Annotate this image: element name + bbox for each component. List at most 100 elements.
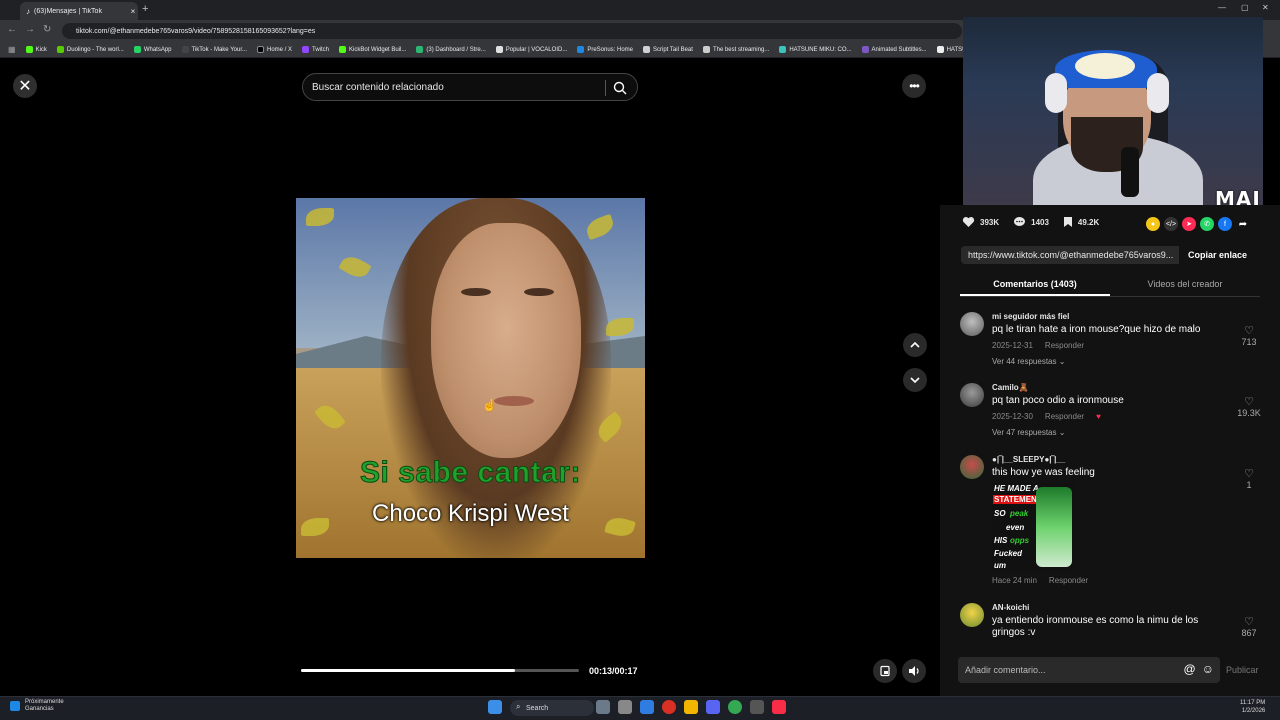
- like-stat[interactable]: 393K: [962, 216, 999, 228]
- terminal-icon[interactable]: [618, 700, 632, 714]
- comment-date: 2025-12-31: [992, 341, 1033, 350]
- settings-icon[interactable]: [750, 700, 764, 714]
- music-icon[interactable]: [772, 700, 786, 714]
- save-stat[interactable]: 49.2K: [1063, 216, 1099, 228]
- share-arrow-icon[interactable]: ➦: [1236, 217, 1250, 231]
- chrome-profile-icon[interactable]: [728, 700, 742, 714]
- bookmark-item[interactable]: Animated Subtitles...: [861, 46, 927, 53]
- comment-input[interactable]: Añadir comentario... @ ☺: [958, 657, 1220, 683]
- bookmark-icon: [577, 46, 585, 53]
- related-search-input[interactable]: Buscar contenido relacionado: [302, 73, 638, 101]
- view-replies-button[interactable]: Ver 47 respuestas ⌄: [992, 428, 1232, 437]
- previous-video-button[interactable]: [903, 333, 927, 357]
- maximize-icon[interactable]: ▢: [1241, 3, 1249, 12]
- apps-icon[interactable]: ▦: [8, 45, 16, 54]
- bookmark-item[interactable]: Kick: [25, 46, 47, 53]
- bookmark-item[interactable]: WhatsApp: [133, 46, 172, 53]
- share-link[interactable]: https://www.tiktok.com/@ethanmedebe765va…: [968, 250, 1179, 260]
- bookmark-icon: [1063, 217, 1072, 227]
- comment-item: mi seguidor más fiel pq le tiran hate a …: [958, 312, 1263, 372]
- tab-comments[interactable]: Comentarios (1403): [960, 275, 1110, 296]
- emoji-icon[interactable]: ☺: [1202, 662, 1214, 676]
- bookmark-label: Popular | VOCALOID...: [505, 46, 568, 53]
- back-icon[interactable]: ←: [7, 24, 17, 35]
- close-viewer-button[interactable]: ✕: [13, 74, 37, 98]
- comment-like-button[interactable]: ♡ 713: [1235, 324, 1263, 347]
- browser-tab[interactable]: ♪ (63)Mensajes | TikTok ×: [20, 2, 138, 20]
- bookmark-item[interactable]: Duolingo - The worl...: [56, 46, 124, 53]
- windows-start-icon[interactable]: [488, 700, 502, 714]
- facebook-icon[interactable]: f: [1218, 217, 1232, 231]
- reply-button[interactable]: Responder: [1049, 576, 1088, 585]
- comment-like-button[interactable]: ♡ 1: [1235, 467, 1263, 490]
- pip-button[interactable]: [873, 659, 897, 683]
- taskbar-widget[interactable]: Próximamente Ganancias: [10, 699, 64, 713]
- new-tab-icon[interactable]: +: [142, 3, 148, 15]
- reply-button[interactable]: Responder: [1045, 412, 1084, 421]
- comment-like-button[interactable]: ♡ 867: [1235, 615, 1263, 638]
- task-view-icon[interactable]: [596, 700, 610, 714]
- coin-icon[interactable]: ●: [1146, 217, 1160, 231]
- widget-line1: Próximamente: [25, 699, 64, 705]
- bookmark-item[interactable]: Home / X: [256, 46, 292, 53]
- comment-sticker-image[interactable]: HE MADE A STATEMENT SO peak even HIS opp…: [992, 483, 1076, 571]
- minimize-icon[interactable]: —: [1218, 3, 1226, 12]
- bookmark-item[interactable]: TikTok - Make Your...: [181, 46, 247, 53]
- bookmark-item[interactable]: Popular | VOCALOID...: [495, 46, 568, 53]
- avatar[interactable]: [960, 312, 984, 336]
- tab-creator-videos[interactable]: Videos del creador: [1110, 275, 1260, 296]
- file-explorer-icon[interactable]: [684, 700, 698, 714]
- window-close-icon[interactable]: ✕: [1262, 3, 1269, 12]
- volume-button[interactable]: [902, 659, 926, 683]
- send-icon[interactable]: ➤: [1182, 217, 1196, 231]
- edge-icon[interactable]: [640, 700, 654, 714]
- embed-icon[interactable]: </>: [1164, 217, 1178, 231]
- video-progress-bar[interactable]: [301, 669, 579, 672]
- publish-button[interactable]: Publicar: [1226, 665, 1259, 675]
- comment-username[interactable]: AN-koichi: [992, 603, 1232, 612]
- comment-like-count: 1: [1246, 480, 1252, 490]
- avatar[interactable]: [960, 603, 984, 627]
- discord-icon[interactable]: [706, 700, 720, 714]
- sticker-text: um: [994, 561, 1006, 570]
- mention-icon[interactable]: @: [1184, 662, 1196, 676]
- bookmark-item[interactable]: Twitch: [302, 46, 329, 53]
- reload-icon[interactable]: ↻: [43, 24, 51, 35]
- sticker-text: Fucked: [994, 549, 1023, 558]
- video-player[interactable]: Si sabe cantar: Choco Krispi West: [296, 198, 645, 558]
- reply-button[interactable]: Responder: [1045, 341, 1084, 350]
- bookmark-item[interactable]: Script Tail Beat: [643, 46, 693, 53]
- more-options-button[interactable]: •••: [902, 74, 926, 98]
- bookmark-label: PreSonus: Home: [587, 46, 634, 53]
- volume-icon: [908, 666, 919, 676]
- comment-username[interactable]: ●|‾|__SLEEPY●|‾|__: [992, 455, 1232, 464]
- share-icons: ● </> ➤ ✆ f ➦: [1146, 217, 1250, 231]
- bookmark-icon: [702, 46, 710, 53]
- comment-like-button[interactable]: ♡ 19.3K: [1235, 395, 1263, 418]
- avatar[interactable]: [960, 383, 984, 407]
- comment-username[interactable]: Camilo🧸: [992, 383, 1232, 392]
- bookmark-label: Home / X: [266, 46, 292, 53]
- forward-icon[interactable]: →: [25, 24, 35, 35]
- url-field[interactable]: tiktok.com/@ethanmedebe765varos9/video/7…: [62, 23, 962, 39]
- copy-link-button[interactable]: Copiar enlace: [1178, 246, 1256, 264]
- taskbar-clock[interactable]: 11:17 PM 1/2/2026: [1240, 699, 1265, 715]
- next-video-button[interactable]: [903, 368, 927, 392]
- view-replies-button[interactable]: Ver 44 respuestas ⌄: [992, 357, 1232, 366]
- avatar[interactable]: [960, 455, 984, 479]
- whatsapp-icon[interactable]: ✆: [1200, 217, 1214, 231]
- bookmark-item[interactable]: (3) Dashboard / Stre...: [416, 46, 486, 53]
- widget-line2: Ganancias: [25, 706, 54, 712]
- bookmark-item[interactable]: HATSUNE MIKU: CO...: [779, 46, 852, 53]
- tab-close-icon[interactable]: ×: [128, 7, 138, 16]
- bookmark-label: WhatsApp: [143, 46, 172, 53]
- search-icon[interactable]: [613, 81, 627, 95]
- bookmark-item[interactable]: KickBot Widget Buil...: [339, 46, 406, 53]
- chrome-icon[interactable]: [662, 700, 676, 714]
- bookmark-item[interactable]: The best streaming...: [702, 46, 769, 53]
- bookmark-item[interactable]: PreSonus: Home: [577, 46, 633, 53]
- comment-stat[interactable]: 1403: [1013, 216, 1049, 228]
- taskbar-search[interactable]: Search: [510, 700, 594, 716]
- comment-username[interactable]: mi seguidor más fiel: [992, 312, 1232, 321]
- webcam-headphone-right: [1147, 73, 1169, 113]
